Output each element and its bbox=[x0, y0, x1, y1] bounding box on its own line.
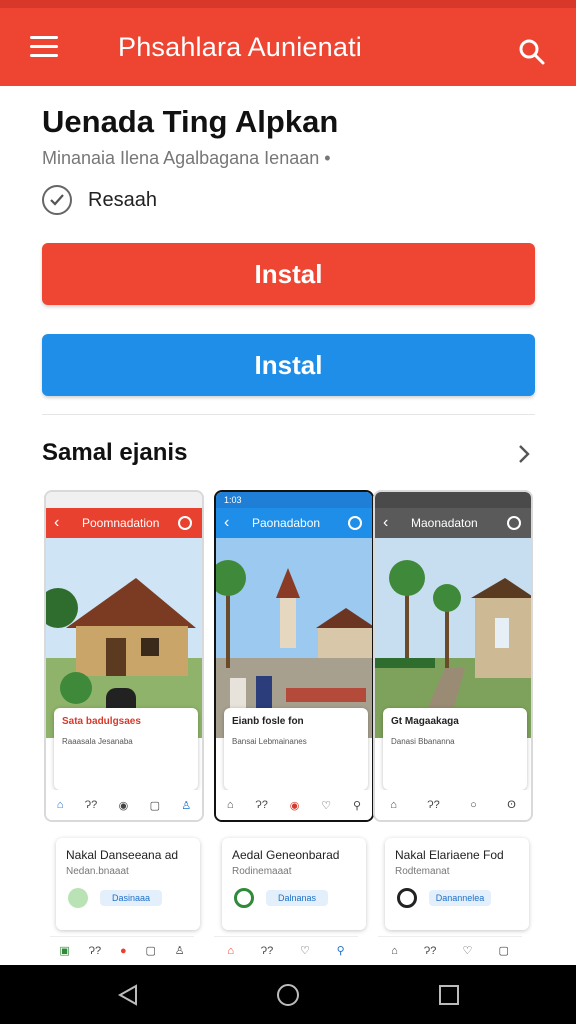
card-title: Gt Magaakaga bbox=[391, 716, 459, 727]
info-card: Eianb fosle fon Bansai Lebmainanes bbox=[224, 708, 368, 790]
search-icon[interactable] bbox=[518, 38, 546, 66]
shot-bottom-nav: ⌂ Ɂ? ◉ ♡ ⚲ bbox=[216, 790, 372, 820]
feature-subtitle: Rodinemaaat bbox=[232, 866, 292, 877]
nav-item: ʘ bbox=[507, 799, 516, 811]
system-nav-bar bbox=[0, 965, 576, 1024]
mini-nav: ▣ Ɂ? ● ▢ ♙ bbox=[50, 936, 194, 964]
nav-item: ⚲ bbox=[336, 945, 345, 957]
shot-title-bar: ‹ Maonadaton bbox=[375, 508, 531, 538]
card-line: Raaasala Jesanaba bbox=[62, 737, 133, 746]
nav-item: Ɂ? bbox=[255, 799, 268, 811]
nav-item: ● bbox=[119, 944, 127, 957]
recents-icon[interactable] bbox=[437, 983, 461, 1007]
card-line: Danasi Bbananna bbox=[391, 737, 455, 746]
chevron-right-icon[interactable] bbox=[514, 442, 534, 466]
shot-title-bar: ‹ Poomnadation bbox=[46, 508, 202, 538]
app-bar: Phsahlara Aunienati bbox=[0, 8, 576, 86]
action-icon bbox=[178, 516, 192, 530]
verified-label: Resaah bbox=[88, 188, 157, 211]
feature-title: Aedal Geneonbarad bbox=[232, 848, 340, 862]
feature-pill: Dasinaaa bbox=[100, 890, 162, 906]
shot-status-bar bbox=[46, 492, 202, 508]
app-bar-title: Phsahlara Aunienati bbox=[118, 32, 362, 62]
card-title: Sata badulgsaes bbox=[62, 716, 141, 727]
back-arrow-icon: ‹ bbox=[383, 514, 389, 531]
feature-pill: Danannelea bbox=[429, 890, 491, 906]
nav-item: ◉ bbox=[118, 799, 129, 812]
heart-icon: ♡ bbox=[321, 799, 332, 812]
nav-item: Ɂ? bbox=[260, 944, 274, 957]
back-arrow-icon: ‹ bbox=[224, 514, 230, 531]
profile-icon: ♙ bbox=[181, 799, 192, 812]
menu-icon[interactable] bbox=[30, 36, 62, 60]
app-icon: ▣ bbox=[59, 945, 70, 957]
shot-status-bar bbox=[375, 492, 531, 508]
shot-bottom-nav: ⌂ Ɂ? ○ ʘ bbox=[375, 790, 531, 820]
card-title: Eianb fosle fon bbox=[232, 716, 304, 727]
home-icon: ⌂ bbox=[227, 944, 235, 957]
nav-item: ▢ bbox=[498, 945, 509, 957]
nav-item: Ɂ? bbox=[427, 799, 440, 811]
back-icon[interactable] bbox=[116, 983, 140, 1007]
card-line: Bansai Lebmainanes bbox=[232, 737, 307, 746]
nav-item: ◉ bbox=[289, 799, 300, 812]
shot-title: Maonadaton bbox=[411, 516, 478, 530]
back-arrow-icon: ‹ bbox=[54, 514, 60, 531]
app-name: Uenada Ting Alpkan bbox=[42, 104, 339, 139]
nav-item: ▢ bbox=[149, 799, 160, 812]
divider bbox=[42, 414, 535, 415]
nav-item: ○ bbox=[470, 799, 477, 811]
shot-bottom-nav: ⌂ Ɂ? ◉ ▢ ♙ bbox=[46, 790, 202, 820]
screenshot-3[interactable]: ‹ Maonadaton Gt Magaakaga Danasi Bbanann… bbox=[373, 490, 533, 822]
shot-title: Paonadabon bbox=[252, 516, 321, 530]
status-icon bbox=[234, 888, 254, 908]
feature-title: Nakal Elariaene Fod bbox=[395, 848, 504, 862]
home-icon: ⌂ bbox=[226, 799, 234, 811]
shot-title: Poomnadation bbox=[82, 516, 160, 530]
home-icon: ⌂ bbox=[56, 799, 64, 811]
screenshot-2[interactable]: 1:03 ‹ Paonadabon Eianb fosle fon Bansai… bbox=[214, 490, 374, 822]
heart-icon: ♡ bbox=[299, 945, 310, 957]
app-subtitle: Minanaia Ilena Agalbagana Ienaan • bbox=[42, 148, 331, 168]
search-icon bbox=[507, 516, 521, 530]
profile-icon: ♙ bbox=[174, 945, 185, 957]
nav-item: Ɂ? bbox=[84, 799, 98, 811]
feature-title: Nakal Danseeana ad bbox=[66, 848, 179, 862]
install-button-primary[interactable]: Instal bbox=[42, 243, 535, 305]
check-circle-icon bbox=[42, 185, 72, 215]
shot-status-bar: 1:03 bbox=[216, 492, 372, 508]
shot-title-bar: ‹ Paonadabon bbox=[216, 508, 372, 538]
home-icon[interactable] bbox=[276, 983, 300, 1007]
feature-card-2[interactable]: Aedal Geneonbarad Rodinemaaat Dalnanas bbox=[222, 838, 366, 930]
home-icon: ⌂ bbox=[391, 944, 398, 957]
mini-nav: ⌂ Ɂ? ♡ ⚲ bbox=[214, 936, 358, 964]
feature-card-1[interactable]: Nakal Danseeana ad Nedan.bnaaat Dasinaaa bbox=[56, 838, 200, 930]
heart-icon: ♡ bbox=[462, 945, 473, 957]
play-store-page: Phsahlara Aunienati Uenada Ting Alpkan M… bbox=[0, 0, 576, 1024]
info-card: Sata badulgsaes Raaasala Jesanaba bbox=[54, 708, 198, 790]
action-icon bbox=[348, 516, 362, 530]
screenshots-section-title: Samal ejanis bbox=[42, 439, 188, 466]
info-card: Gt Magaakaga Danasi Bbananna bbox=[383, 708, 527, 790]
check-icon bbox=[68, 888, 88, 908]
nav-item: Ɂ? bbox=[88, 944, 102, 957]
loading-icon bbox=[397, 888, 417, 908]
nav-item: ▢ bbox=[145, 945, 156, 957]
mini-nav: ⌂ Ɂ? ♡ ▢ bbox=[378, 936, 522, 964]
feature-card-3[interactable]: Nakal Elariaene Fod Rodtemanat Danannele… bbox=[385, 838, 529, 930]
nav-item: Ɂ? bbox=[423, 944, 437, 957]
status-strip bbox=[0, 0, 576, 8]
nav-item: ⚲ bbox=[352, 799, 362, 812]
verified-row: Resaah bbox=[42, 184, 157, 216]
screenshot-1[interactable]: ‹ Poomnadation Sata badulgsaes Raaasala … bbox=[44, 490, 204, 822]
feature-subtitle: Nedan.bnaaat bbox=[66, 866, 129, 877]
install-button-secondary[interactable]: Instal bbox=[42, 334, 535, 396]
feature-subtitle: Rodtemanat bbox=[395, 866, 450, 877]
feature-pill: Dalnanas bbox=[266, 890, 328, 906]
home-icon: ⌂ bbox=[390, 799, 397, 811]
